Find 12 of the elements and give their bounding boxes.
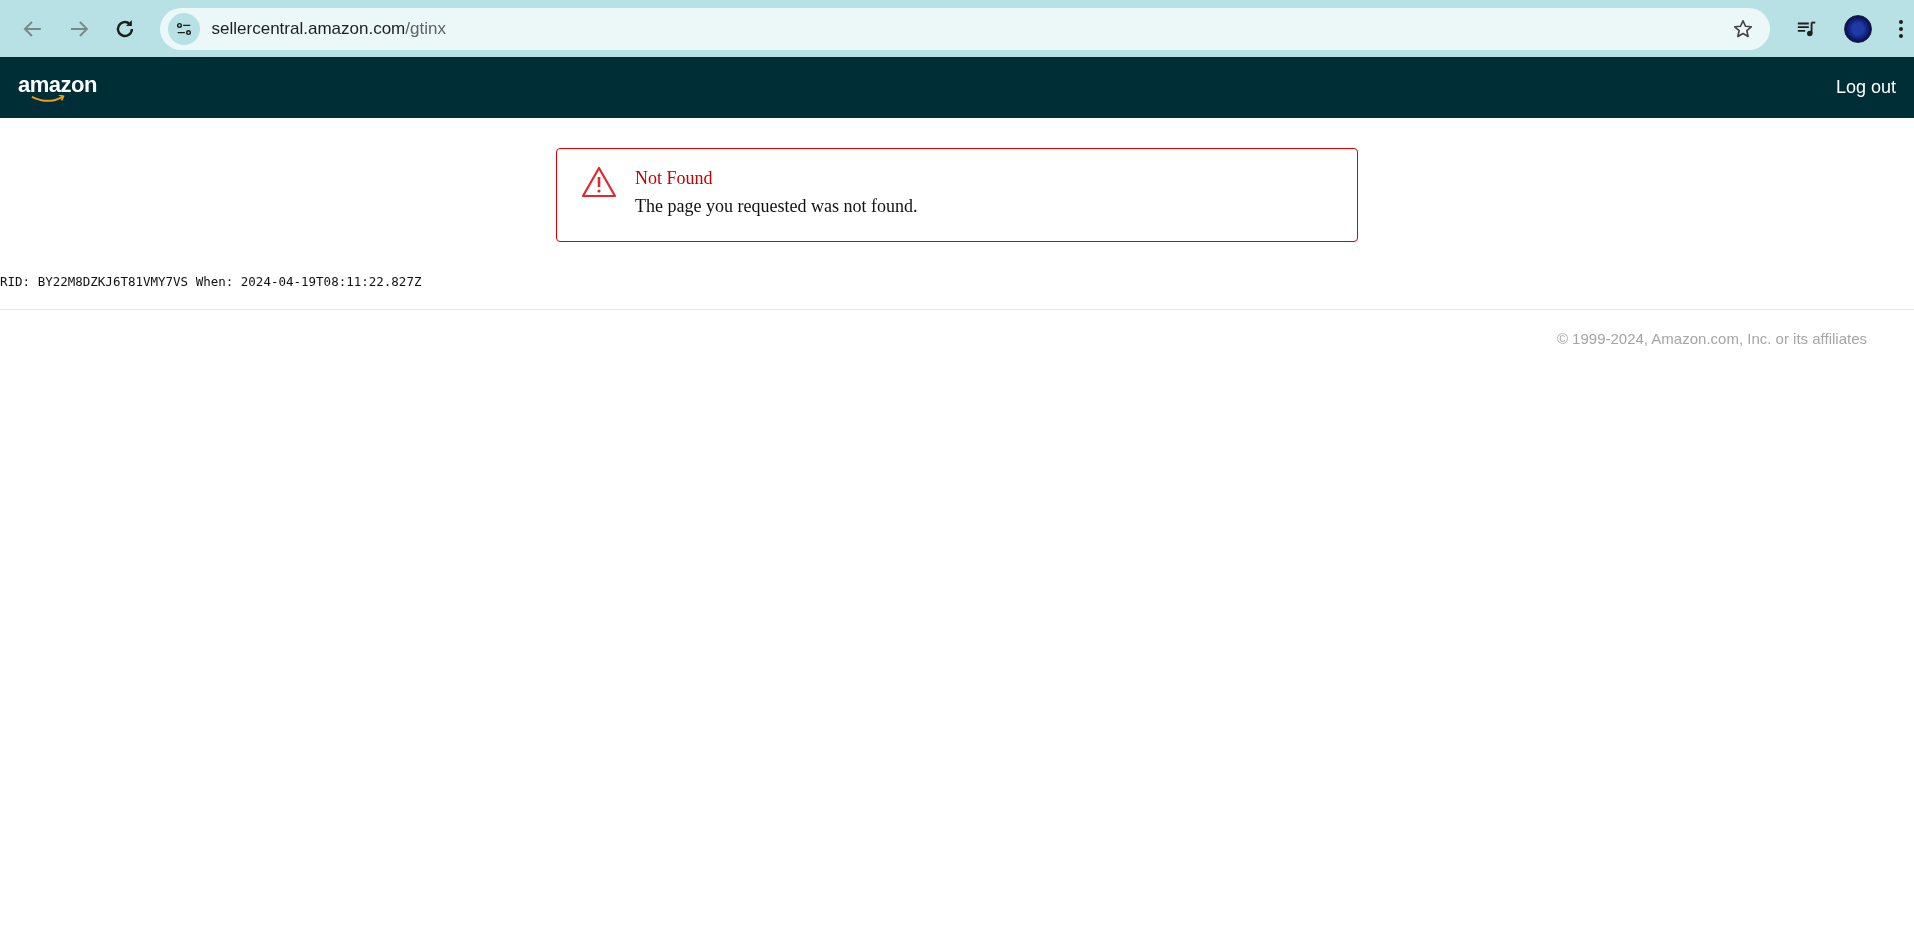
copyright-text: © 1999-2024, Amazon.com, Inc. or its affiliates [1556,330,1867,347]
logout-link[interactable]: Log out [1835,77,1896,98]
url-text: sellercentral.amazon.com/gtinx [211,18,447,39]
alert-message: The page you requested was not found. [635,195,918,218]
amazon-logo[interactable]: amazon [18,71,97,104]
request-id-text: RID: BY22M8DZKJ6T81VMY7VS When: 2024-04-19T08:11:22.827Z [0,274,423,291]
alert-title: Not Found [635,167,714,190]
warning-icon [581,166,617,198]
menu-icon[interactable] [1898,18,1904,39]
address-bar[interactable]: sellercentral.amazon.com/gtinx [159,7,1770,50]
profile-avatar[interactable] [1844,14,1872,43]
bookmark-star-icon[interactable] [1732,17,1754,40]
